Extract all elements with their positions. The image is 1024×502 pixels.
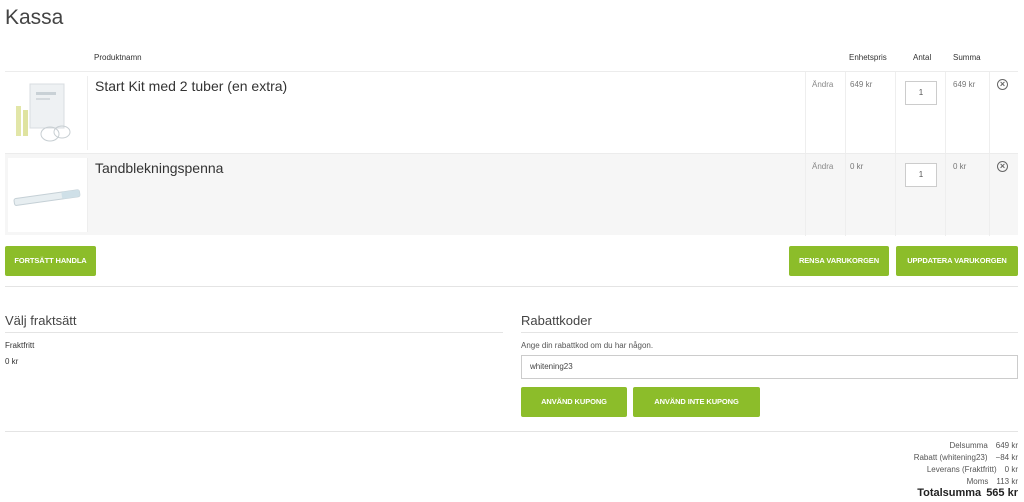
divider <box>5 431 1018 432</box>
unit-price: 0 kr <box>850 162 864 171</box>
unit-price: 649 kr <box>850 80 873 89</box>
shipping-row: Leverans (Fraktfritt) 0 kr <box>926 465 1018 474</box>
discount-row: Rabatt (whitening23) −84 kr <box>913 453 1018 462</box>
divider <box>5 286 1018 287</box>
shipping-price: 0 kr <box>5 357 19 366</box>
coupon-hint: Ange din rabattkod om du har någon. <box>521 341 654 350</box>
product-name[interactable]: Start Kit med 2 tuber (en extra) <box>95 78 287 94</box>
divider <box>5 332 503 333</box>
product-name[interactable]: Tandblekningspenna <box>95 160 223 176</box>
quantity-input[interactable]: 1 <box>905 163 937 187</box>
shipping-title: Välj fraktsätt <box>5 313 77 328</box>
update-cart-button[interactable]: UPPDATERA VARUKORGEN <box>896 246 1018 276</box>
remove-coupon-button[interactable]: ANVÄND INTE KUPONG <box>633 387 760 417</box>
clear-cart-button[interactable]: RENSA VARUKORGEN <box>789 246 889 276</box>
column-header-unit-price: Enhetspris <box>849 53 887 62</box>
page-title: Kassa <box>5 6 64 29</box>
tax-row: Moms 113 kr <box>966 477 1018 486</box>
coupon-title: Rabattkoder <box>521 313 592 328</box>
grand-total-row: Totalsumma 565 kr <box>917 487 1018 499</box>
edit-link[interactable]: Ändra <box>812 80 833 89</box>
quantity-input[interactable]: 1 <box>905 81 937 105</box>
product-image[interactable] <box>8 158 88 232</box>
row-sum: 0 kr <box>953 162 967 171</box>
subtotal-row: Delsumma 649 kr <box>949 441 1018 450</box>
column-header-sum: Summa <box>953 53 981 62</box>
row-sum: 649 kr <box>953 80 976 89</box>
divider <box>521 332 1018 333</box>
column-header-product: Produktnamn <box>94 53 142 62</box>
cart-row: Tandblekningspenna Ändra 0 kr 1 0 kr × <box>5 153 1018 236</box>
product-image[interactable] <box>8 76 88 150</box>
column-header-qty: Antal <box>913 53 932 62</box>
cart-row: Start Kit med 2 tuber (en extra) Ändra 6… <box>5 71 1018 154</box>
remove-item-icon[interactable]: × <box>997 161 1008 172</box>
coupon-input[interactable]: whitening23 <box>521 355 1018 379</box>
shipping-method[interactable]: Fraktfritt <box>5 341 34 350</box>
edit-link[interactable]: Ändra <box>812 162 833 171</box>
remove-item-icon[interactable]: × <box>997 79 1008 90</box>
continue-shopping-button[interactable]: FORTSÄTT HANDLA <box>5 246 96 276</box>
apply-coupon-button[interactable]: ANVÄND KUPONG <box>521 387 627 417</box>
